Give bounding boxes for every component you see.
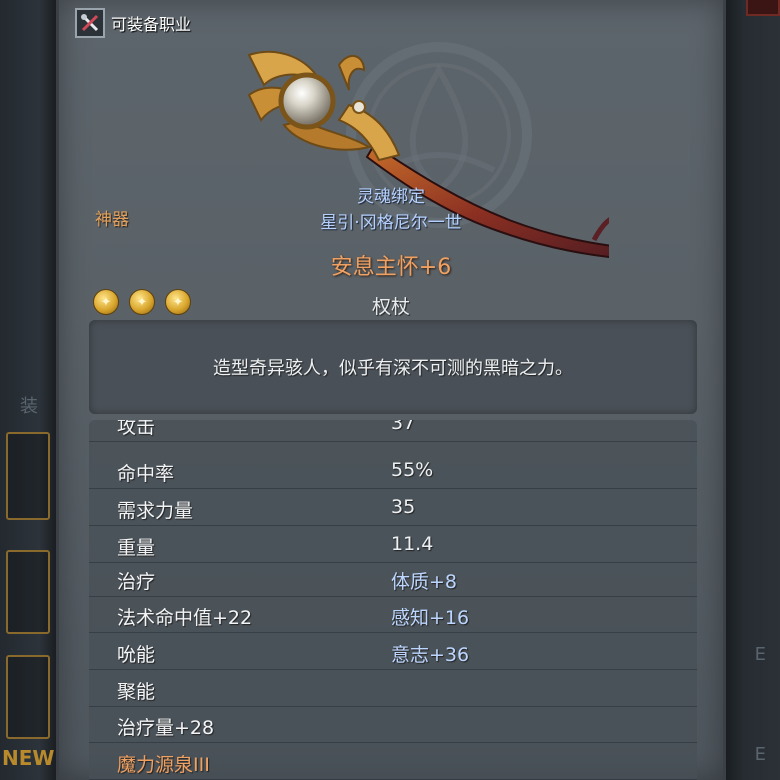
stat-label: 吮能 (117, 644, 156, 666)
stat-row: 需求力量 35 (89, 489, 697, 526)
stat-label: 命中率 (117, 463, 175, 485)
equip-class-label: 可装备职业 (111, 15, 192, 34)
crafter-label: 星引·冈格尼尔一世 (320, 213, 462, 233)
stat-row: 魔力源泉III (89, 743, 697, 780)
stat-row: 命中率 55% (89, 452, 697, 489)
stat-label: 治疗 (117, 571, 156, 593)
stat-label: 需求力量 (117, 500, 194, 522)
stat-row: 聚能 (89, 670, 697, 707)
binding-label: 灵魂绑定 (357, 187, 425, 207)
background-text: E (754, 744, 766, 765)
stat-value: 感知+16 (391, 607, 470, 629)
stat-label: 攻击 (117, 420, 156, 438)
crossed-tools-icon (75, 8, 105, 38)
inventory-slot[interactable] (6, 550, 50, 634)
background-right-panel: E E (720, 0, 780, 780)
background-text: 装 (20, 396, 38, 417)
stat-row: 治疗量+28 (89, 706, 697, 743)
stat-value: 35 (391, 496, 416, 518)
item-type: 权杖 (371, 296, 410, 318)
item-tooltip-panel: 可装备职业 神器 灵魂绑定 星引·冈格尼尔一世 安息主怀+6 ✦ ✦ ✦ 权杖 … (56, 0, 726, 780)
stat-row: 重量 11.4 (89, 526, 697, 563)
stat-value: 意志+36 (391, 644, 470, 666)
inventory-slot[interactable] (6, 432, 50, 520)
equip-class-row: 可装备职业 (75, 8, 191, 38)
item-name: 安息主怀+6 (330, 255, 452, 280)
inventory-slot[interactable] (6, 655, 50, 739)
stat-label: 聚能 (117, 681, 156, 703)
stat-value: 55% (391, 459, 434, 481)
description-box: 造型奇异骇人，似乎有深不可测的黑暗之力。 (89, 320, 697, 414)
stat-label: 法术命中值+22 (117, 607, 253, 629)
stat-label: 治疗量+28 (117, 717, 215, 739)
close-button[interactable] (746, 0, 780, 16)
new-badge: NEW (2, 746, 55, 770)
description-text: 造型奇异骇人，似乎有深不可测的黑暗之力。 (213, 358, 573, 379)
stat-label: 魔力源泉III (117, 754, 210, 776)
background-text: E (754, 644, 766, 665)
stat-value: 11.4 (391, 533, 434, 555)
background-left-panel: 装 NEW (0, 0, 56, 780)
stat-row: 治疗 体质+8 (89, 560, 697, 597)
stat-row: 法术命中值+22 感知+16 (89, 596, 697, 633)
stat-row: 吮能 意志+36 (89, 633, 697, 670)
stat-label: 重量 (117, 537, 156, 559)
stat-value: 体质+8 (391, 571, 458, 593)
stats-list[interactable]: 攻击 37 命中率 55% 需求力量 35 重量 11.4 治疗 体质+8 法术… (89, 420, 697, 780)
stat-row: 攻击 37 (89, 420, 697, 442)
stat-value: 37 (391, 420, 416, 434)
